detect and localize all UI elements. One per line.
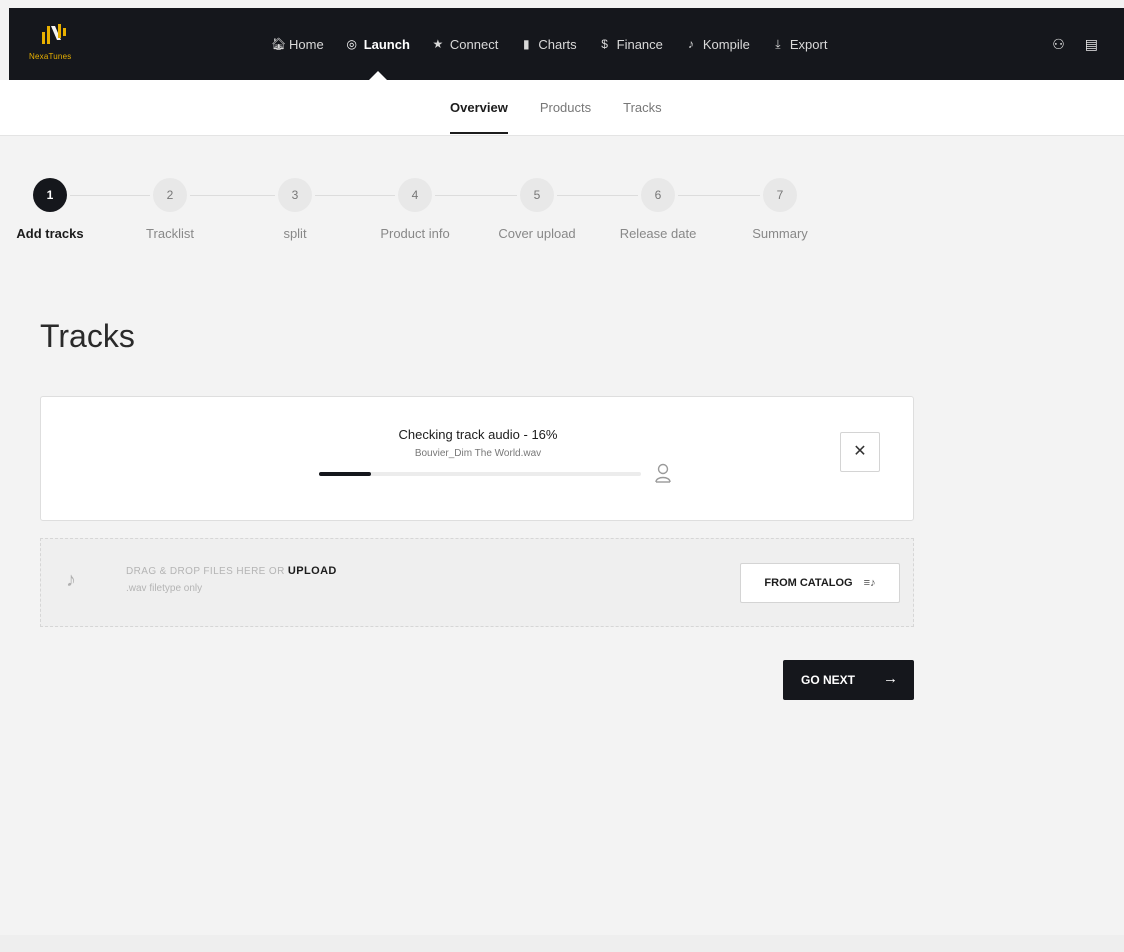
page-title: Tracks	[40, 318, 135, 354]
brand-name: NexaTunes	[29, 52, 72, 61]
nav-item-launch[interactable]: ◎ Launch	[346, 8, 410, 81]
nav-item-finance[interactable]: $ Finance	[599, 8, 663, 80]
arrow-right-icon: →	[883, 670, 898, 687]
nav-item-export[interactable]: ⤓ Export	[772, 8, 828, 80]
upload-progress-fill	[319, 472, 371, 476]
release-stepper: 1 Add tracks 2 Tracklist 3 split 4 Product info…	[16, 178, 920, 258]
sub-navigation: Overview Products Tracks	[0, 80, 1124, 136]
top-navigation-bar: NexaTunes 🏠︎ Home ◎ Launch ★ Connect ▮ Charts $ F…	[9, 8, 1124, 81]
step-3[interactable]: 3 split	[245, 178, 345, 241]
step-label: split	[283, 226, 307, 241]
music-note-icon: ♪	[66, 569, 76, 591]
nav-item-home[interactable]: 🏠︎ Home	[271, 8, 324, 80]
nav-item-label: Kompile	[702, 36, 750, 52]
tab-products[interactable]: Products	[540, 80, 591, 136]
rocket-icon: ◎	[346, 37, 357, 51]
upload-filename: Bouvier_Dim The World.wav	[414, 448, 542, 459]
step-label: Summary	[752, 226, 808, 241]
step-number: 1	[33, 178, 67, 212]
upload-progress-bar	[319, 472, 641, 476]
dropzone-filetype-note: .wav filetype only	[126, 583, 203, 594]
brand-logo[interactable]: NexaTunes	[29, 22, 89, 66]
from-catalog-label: FROM CATALOG	[764, 577, 853, 589]
nav-item-connect[interactable]: ★ Connect	[432, 8, 499, 80]
step-7[interactable]: 7 Summary	[730, 178, 830, 241]
nav-item-label: Launch	[363, 36, 410, 52]
step-number: 4	[398, 178, 432, 212]
main-nav: 🏠︎ Home ◎ Launch ★ Connect ▮ Charts $ Finance ♪ Kom…	[271, 8, 849, 81]
nav-item-label: Export	[789, 36, 828, 52]
top-right-actions: ⚇ ▤	[1052, 36, 1098, 53]
step-label: Release date	[619, 226, 697, 241]
playlist-icon: ≡♪	[863, 577, 876, 589]
nav-item-kompile[interactable]: ♪ Kompile	[685, 8, 750, 80]
star-icon: ★	[432, 37, 444, 51]
nav-item-label: Home	[289, 36, 324, 52]
go-next-label: GO NEXT	[801, 673, 856, 687]
file-dropzone[interactable]: ♪ DRAG & DROP FILES HERE OR UPLOAD .wav …	[40, 538, 914, 627]
upload-link[interactable]: UPLOAD	[288, 565, 337, 577]
step-number: 3	[278, 178, 312, 212]
account-icon[interactable]: ⚇	[1052, 36, 1065, 53]
home-icon: 🏠︎	[271, 37, 287, 51]
bar-chart-icon: ▮	[523, 37, 530, 51]
tab-tracks[interactable]: Tracks	[623, 80, 662, 136]
step-label: Tracklist	[146, 226, 194, 241]
dropzone-instructions: DRAG & DROP FILES HERE OR UPLOAD	[126, 565, 337, 577]
step-label: Cover upload	[498, 226, 576, 241]
nav-item-label: Connect	[449, 36, 499, 52]
step-2[interactable]: 2 Tracklist	[120, 178, 220, 241]
id-card-icon[interactable]: ▤	[1085, 36, 1098, 53]
page-footer	[0, 935, 1124, 952]
step-number: 5	[520, 178, 554, 212]
nav-item-charts[interactable]: ▮ Charts	[520, 8, 577, 80]
dollar-icon: $	[601, 37, 608, 51]
music-note-icon: ♪	[687, 37, 694, 51]
logo-mark-icon	[42, 24, 66, 44]
step-number: 7	[763, 178, 797, 212]
download-icon: ⤓	[775, 36, 781, 51]
step-number: 6	[641, 178, 675, 212]
cancel-upload-button[interactable]: ✕	[840, 432, 880, 472]
nav-item-label: Finance	[616, 36, 663, 52]
from-catalog-button[interactable]: FROM CATALOG ≡♪	[740, 563, 900, 603]
track-upload-card: Checking track audio - 16% Bouvier_Dim T…	[40, 396, 914, 521]
step-label: Product info	[380, 226, 450, 241]
step-number: 2	[153, 178, 187, 212]
nav-item-label: Charts	[538, 36, 577, 52]
go-next-button[interactable]: GO NEXT →	[783, 660, 914, 700]
sub-tabs: Overview Products Tracks	[450, 80, 694, 136]
tab-overview[interactable]: Overview	[450, 80, 508, 136]
step-4[interactable]: 4 Product info	[365, 178, 465, 241]
upload-status-text: Checking track audio - 16%	[398, 427, 558, 442]
step-label: Add tracks	[16, 226, 84, 241]
user-icon	[655, 463, 671, 483]
step-5[interactable]: 5 Cover upload	[487, 178, 587, 241]
step-6[interactable]: 6 Release date	[608, 178, 708, 241]
step-1[interactable]: 1 Add tracks	[0, 178, 100, 241]
dropzone-text: DRAG & DROP FILES HERE OR	[126, 566, 288, 577]
